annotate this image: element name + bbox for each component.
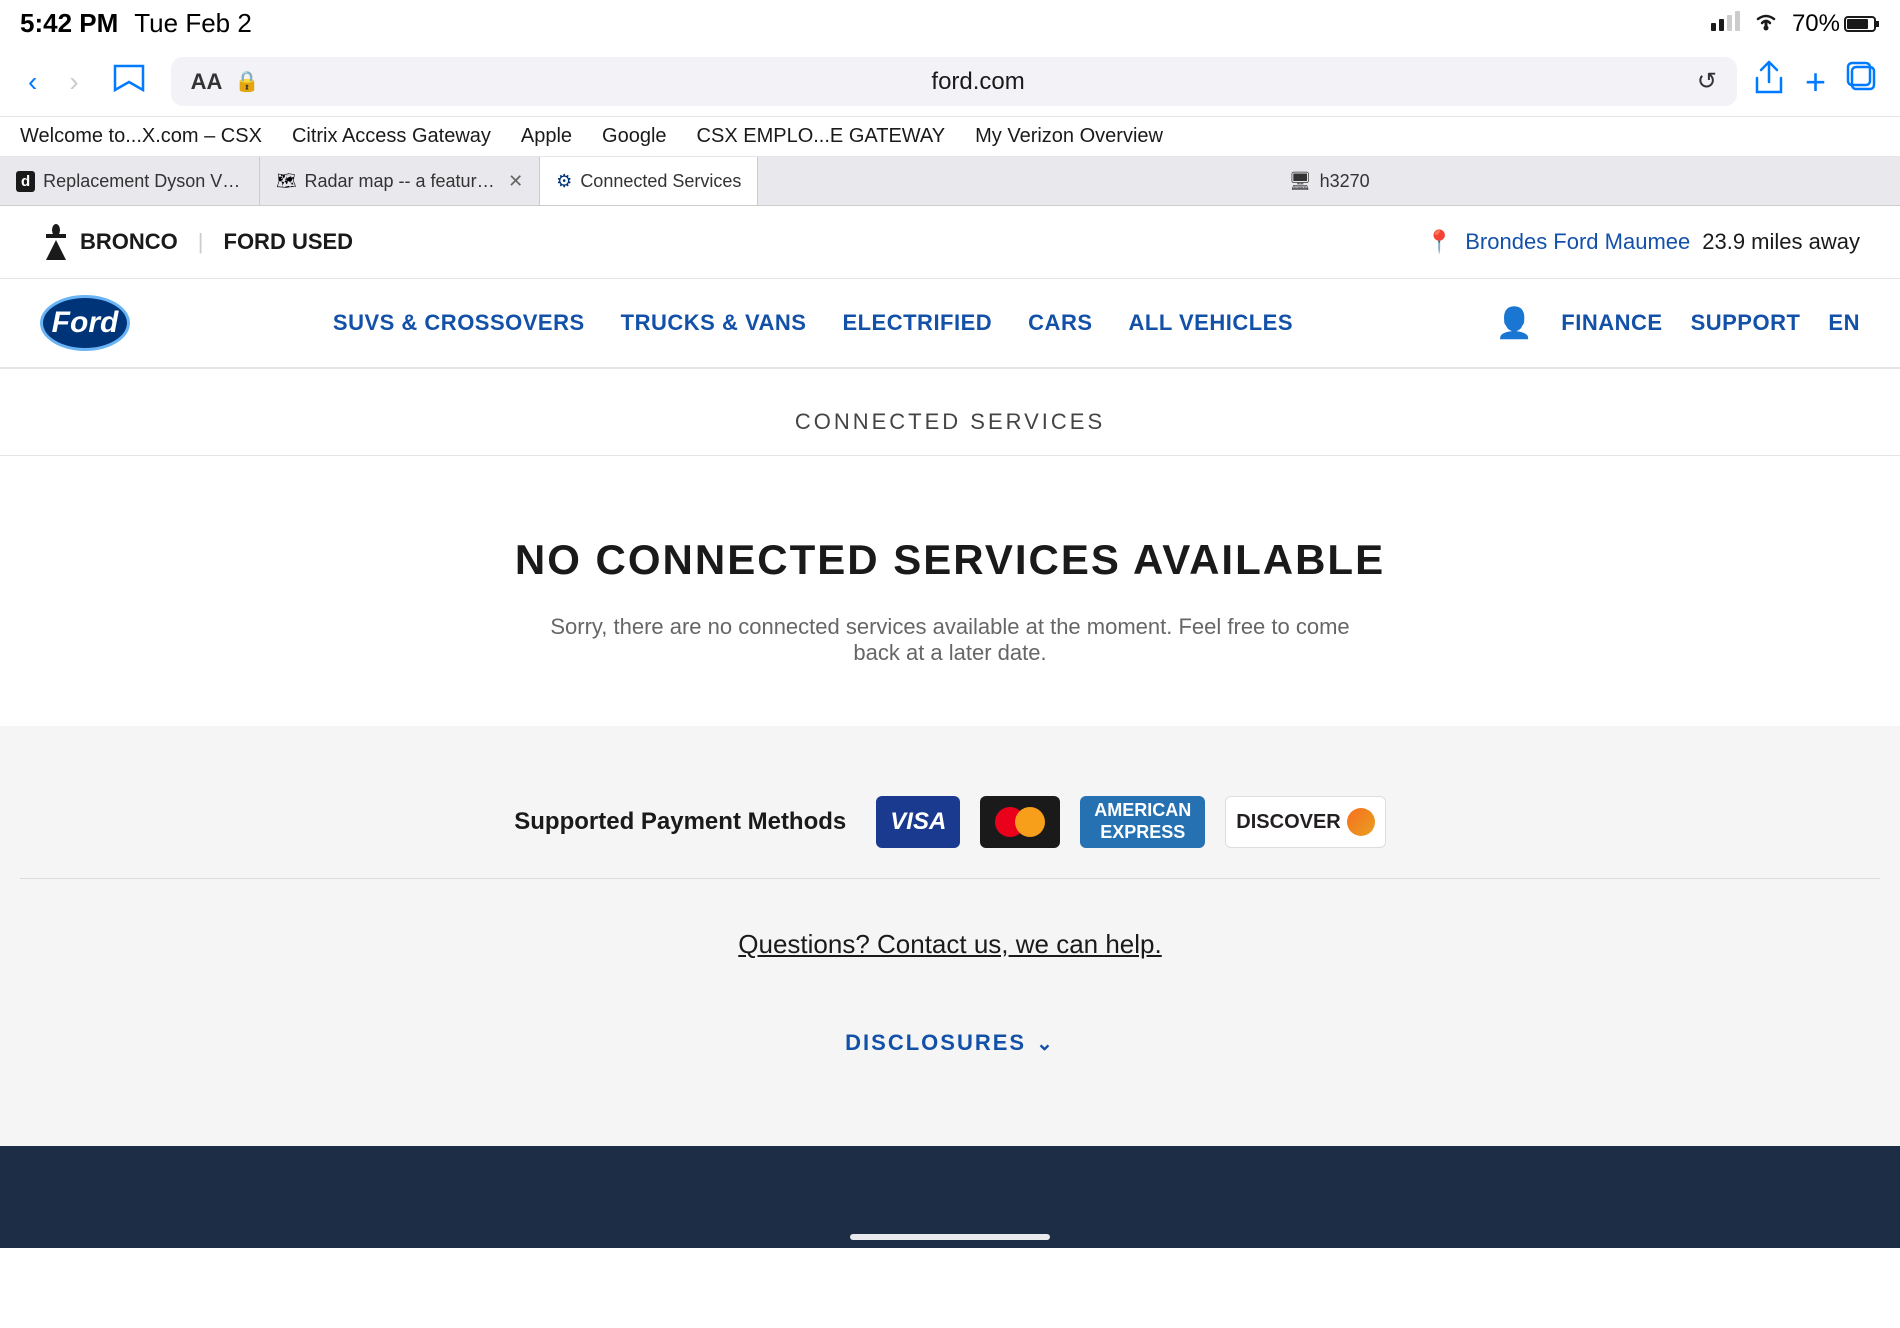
nav-divider: | xyxy=(198,229,204,255)
tab-bar: d Replacement Dyson V8™ cordless va... 🗺… xyxy=(0,157,1900,206)
tab-radar[interactable]: 🗺 Radar map -- a feature some don't kn..… xyxy=(260,157,540,205)
bronco-logo: BRONCO xyxy=(40,222,178,262)
main-subtext: Sorry, there are no connected services a… xyxy=(550,614,1350,666)
tab-icon-radar: 🗺 xyxy=(276,171,296,191)
back-button[interactable]: ‹ xyxy=(20,62,45,102)
nav-suvs-crossovers[interactable]: SUVS & CROSSOVERS xyxy=(333,310,585,336)
chevron-down-icon: ⌄ xyxy=(1036,1031,1055,1056)
payment-methods: Supported Payment Methods VISA AMERICANE… xyxy=(20,766,1880,879)
ford-main-nav: Ford SUVS & CROSSOVERS TRUCKS & VANS ELE… xyxy=(0,279,1900,369)
payment-label: Supported Payment Methods xyxy=(514,808,846,836)
nav-all-vehicles[interactable]: ALL VEHICLES xyxy=(1129,310,1294,336)
tab-dyson[interactable]: d Replacement Dyson V8™ cordless va... xyxy=(0,157,260,205)
tab-connected-services[interactable]: ⚙ Connected Services xyxy=(540,157,758,205)
bookmark-citrix[interactable]: Citrix Access Gateway xyxy=(292,125,491,148)
page-section-header: CONNECTED SERVICES xyxy=(0,369,1900,456)
lock-icon: 🔒 xyxy=(234,69,259,94)
refresh-icon[interactable]: ↺ xyxy=(1697,67,1717,96)
signal-icon xyxy=(1711,11,1740,37)
scroll-bar xyxy=(850,1234,1050,1240)
ford-left: BRONCO | FORD USED xyxy=(40,222,353,262)
tab-h3270[interactable]: 🖥 h3270 xyxy=(758,157,1900,205)
scroll-indicator xyxy=(0,1226,1900,1248)
bookmarks-button[interactable] xyxy=(103,58,155,105)
status-time: 5:42 PM xyxy=(20,8,118,39)
add-tab-button[interactable]: + xyxy=(1805,61,1826,103)
nav-links: SUVS & CROSSOVERS TRUCKS & VANS ELECTRIF… xyxy=(333,310,1293,336)
share-button[interactable] xyxy=(1753,60,1785,104)
nav-cars[interactable]: CARS xyxy=(1028,310,1092,336)
tab-title-connected: Connected Services xyxy=(580,171,741,192)
nav-support[interactable]: SUPPORT xyxy=(1691,310,1801,336)
amex-card: AMERICANEXPRESS xyxy=(1080,796,1205,848)
status-bar: 5:42 PM Tue Feb 2 70% xyxy=(0,0,1900,47)
page-content: CONNECTED SERVICES NO CONNECTED SERVICES… xyxy=(0,369,1900,726)
footer-area: Supported Payment Methods VISA AMERICANE… xyxy=(0,726,1900,1146)
tabs-button[interactable] xyxy=(1846,61,1880,103)
visa-card: VISA xyxy=(876,796,960,848)
contact-link[interactable]: Questions? Contact us, we can help. xyxy=(738,929,1161,959)
mc-right-circle xyxy=(1015,807,1045,837)
bookmarks-bar: Welcome to...X.com – CSX Citrix Access G… xyxy=(0,117,1900,157)
discover-text: DISCOVER xyxy=(1236,811,1340,834)
nav-trucks-vans[interactable]: TRUCKS & VANS xyxy=(621,310,807,336)
mastercard-card xyxy=(980,796,1060,848)
ford-logo[interactable]: Ford xyxy=(40,295,130,351)
ford-dealership-bar: BRONCO | FORD USED 📍 Brondes Ford Maumee… xyxy=(0,206,1900,279)
discover-card: DISCOVER xyxy=(1225,796,1385,848)
nav-language[interactable]: EN xyxy=(1828,310,1860,336)
location-icon: 📍 xyxy=(1426,229,1453,255)
page-header-title: CONNECTED SERVICES xyxy=(795,409,1105,434)
disclosures-button[interactable]: DISCLOSURES ⌄ xyxy=(845,1030,1055,1056)
forward-button[interactable]: › xyxy=(61,62,86,102)
tab-close-radar[interactable]: ✕ xyxy=(508,171,523,192)
bronco-text: BRONCO xyxy=(80,229,178,255)
dealer-distance: 23.9 miles away xyxy=(1702,229,1860,255)
bookmark-verizon[interactable]: My Verizon Overview xyxy=(975,125,1163,148)
dealer-name[interactable]: Brondes Ford Maumee xyxy=(1465,229,1690,255)
main-heading: NO CONNECTED SERVICES AVAILABLE xyxy=(20,536,1880,584)
bookmark-csx-gateway[interactable]: CSX EMPLO...E GATEWAY xyxy=(697,125,946,148)
dark-footer xyxy=(0,1146,1900,1226)
ford-right: 📍 Brondes Ford Maumee 23.9 miles away xyxy=(1426,229,1860,255)
main-message-area: NO CONNECTED SERVICES AVAILABLE Sorry, t… xyxy=(0,456,1900,726)
browser-actions: + xyxy=(1753,60,1880,104)
bookmark-apple[interactable]: Apple xyxy=(521,125,572,148)
status-date: Tue Feb 2 xyxy=(134,8,252,39)
address-bar[interactable]: AA 🔒 ford.com ↺ xyxy=(171,57,1737,106)
tab-title-radar: Radar map -- a feature some don't kn... xyxy=(304,171,496,192)
disclosures-section: DISCLOSURES ⌄ xyxy=(20,1010,1880,1106)
discover-dot xyxy=(1347,808,1375,836)
tab-icon-connected: ⚙ xyxy=(556,171,572,192)
wifi-icon xyxy=(1752,11,1780,37)
user-icon[interactable]: 👤 xyxy=(1496,306,1533,341)
disclosures-label: DISCLOSURES xyxy=(845,1030,1026,1056)
nav-finance[interactable]: FINANCE xyxy=(1561,310,1662,336)
text-size-control[interactable]: AA xyxy=(191,69,223,95)
nav-electrified[interactable]: ELECTRIFIED xyxy=(842,310,992,336)
url-display[interactable]: ford.com xyxy=(271,68,1685,96)
tab-icon-dyson: d xyxy=(16,171,35,192)
nav-right: 👤 FINANCE SUPPORT EN xyxy=(1496,306,1860,341)
tab-title-dyson: Replacement Dyson V8™ cordless va... xyxy=(43,171,243,192)
tab-icon-h3270: 🖥 xyxy=(1289,171,1312,192)
status-icons: 70% xyxy=(1711,10,1880,38)
bookmark-google[interactable]: Google xyxy=(602,125,667,148)
battery-icon: 70% xyxy=(1792,10,1880,38)
browser-nav: ‹ › AA 🔒 ford.com ↺ + xyxy=(0,47,1900,117)
contact-section: Questions? Contact us, we can help. xyxy=(20,879,1880,1010)
tab-title-h3270: h3270 xyxy=(1320,171,1370,192)
bookmark-csxcom[interactable]: Welcome to...X.com – CSX xyxy=(20,125,262,148)
battery-percent: 70% xyxy=(1792,10,1840,38)
ford-used-text: FORD USED xyxy=(224,229,354,255)
